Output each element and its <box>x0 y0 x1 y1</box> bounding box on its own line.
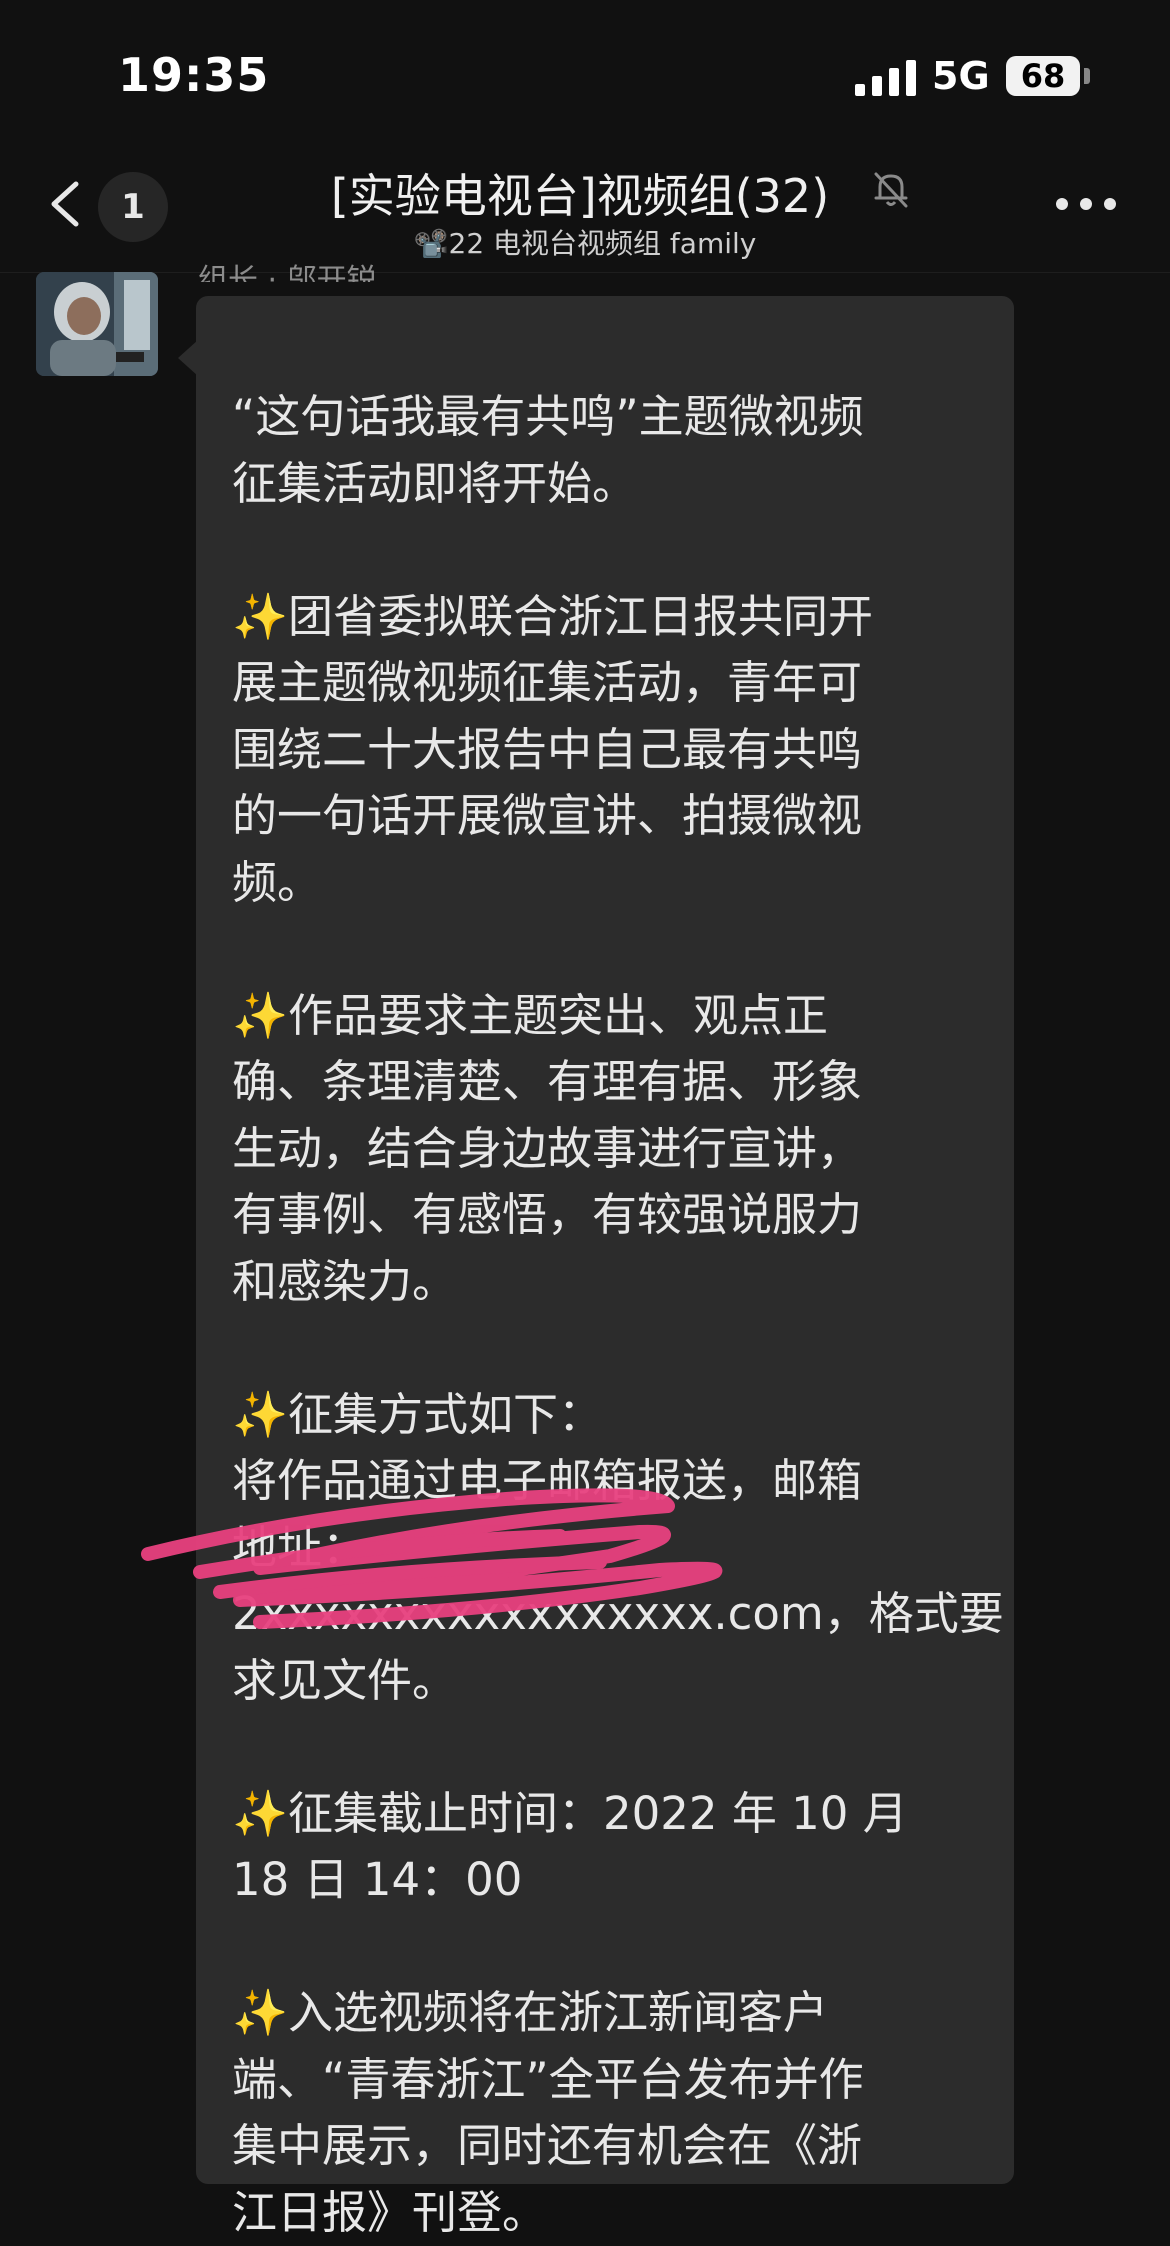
battery-cap <box>1084 68 1090 84</box>
paragraph-spacer <box>232 1315 982 1382</box>
message-paragraph: ✨团省委拟联合浙江日报共同开展主题微视频征集活动，青年可围绕二十大报告中自己最有… <box>232 584 982 917</box>
chat-subtitle: 📽️22 电视台视频组 family <box>400 222 770 262</box>
message-line: 围绕二十大报告中自己最有共鸣 <box>232 717 982 784</box>
message-line: 和感染力。 <box>232 1249 982 1316</box>
ellipsis-icon[interactable] <box>1056 198 1116 212</box>
message-line: ✨征集方式如下： <box>232 1382 982 1449</box>
signal-strength-icon <box>855 60 917 96</box>
message-line: 集中展示，同时还有机会在《浙 <box>232 2113 982 2180</box>
message-line: ✨入选视频将在浙江新闻客户 <box>232 1980 982 2047</box>
battery-icon: 68 <box>1006 56 1080 96</box>
message-line: 江日报》刊登。 <box>232 2180 982 2246</box>
message-text: “这句话我最有共鸣”主题微视频征集活动即将开始。 ✨团省委拟联合浙江日报共同开展主… <box>232 384 982 2246</box>
message-paragraph: ✨征集截止时间：2022 年 10 月18 日 14：00 <box>232 1781 982 1914</box>
avatar[interactable] <box>36 272 158 376</box>
bubble-tail <box>178 340 198 376</box>
message-line: 的一句话开展微宣讲、拍摄微视 <box>232 783 982 850</box>
paragraph-spacer <box>232 1714 982 1781</box>
status-time: 19:35 <box>118 48 269 102</box>
redaction-scribble <box>140 1472 800 1632</box>
message-line: 展主题微视频征集活动，青年可 <box>232 650 982 717</box>
paragraph-spacer <box>232 1914 982 1981</box>
message-line: 确、条理清楚、有理有据、形象 <box>232 1049 982 1116</box>
chevron-left-icon[interactable] <box>46 180 86 228</box>
bell-slash-icon <box>870 168 912 210</box>
paragraph-spacer <box>232 517 982 584</box>
message-line: 端、“青春浙江”全平台发布并作 <box>232 2047 982 2114</box>
message-paragraph: “这句话我最有共鸣”主题微视频征集活动即将开始。 <box>232 384 982 517</box>
network-type: 5G <box>932 54 990 98</box>
message-line: 生动，结合身边故事进行宣讲， <box>232 1116 982 1183</box>
astronaut-avatar-icon <box>36 272 158 376</box>
message-line: 征集活动即将开始。 <box>232 451 982 518</box>
message-line: 频。 <box>232 850 982 917</box>
message-paragraph: ✨入选视频将在浙江新闻客户端、“青春浙江”全平台发布并作集中展示，同时还有机会在… <box>232 1980 982 2246</box>
message-line: ✨作品要求主题突出、观点正 <box>232 983 982 1050</box>
paragraph-spacer <box>232 916 982 983</box>
message-line: 求见文件。 <box>232 1648 982 1715</box>
sender-name: 组长 · 邬开锐 <box>198 252 377 282</box>
message-line: ✨团省委拟联合浙江日报共同开 <box>232 584 982 651</box>
chat-title[interactable]: [实验电视台]视频组(32) <box>300 160 860 226</box>
message-paragraph: ✨作品要求主题突出、观点正确、条理清楚、有理有据、形象生动，结合身边故事进行宣讲… <box>232 983 982 1316</box>
message-line: 有事例、有感悟，有较强说服力 <box>232 1182 982 1249</box>
message-line: “这句话我最有共鸣”主题微视频 <box>232 384 982 451</box>
unread-count-badge[interactable]: 1 <box>98 172 168 242</box>
status-bar: 19:35 5G 68 <box>0 0 1170 150</box>
message-line: 18 日 14：00 <box>232 1847 982 1914</box>
message-line: ✨征集截止时间：2022 年 10 月 <box>232 1781 982 1848</box>
